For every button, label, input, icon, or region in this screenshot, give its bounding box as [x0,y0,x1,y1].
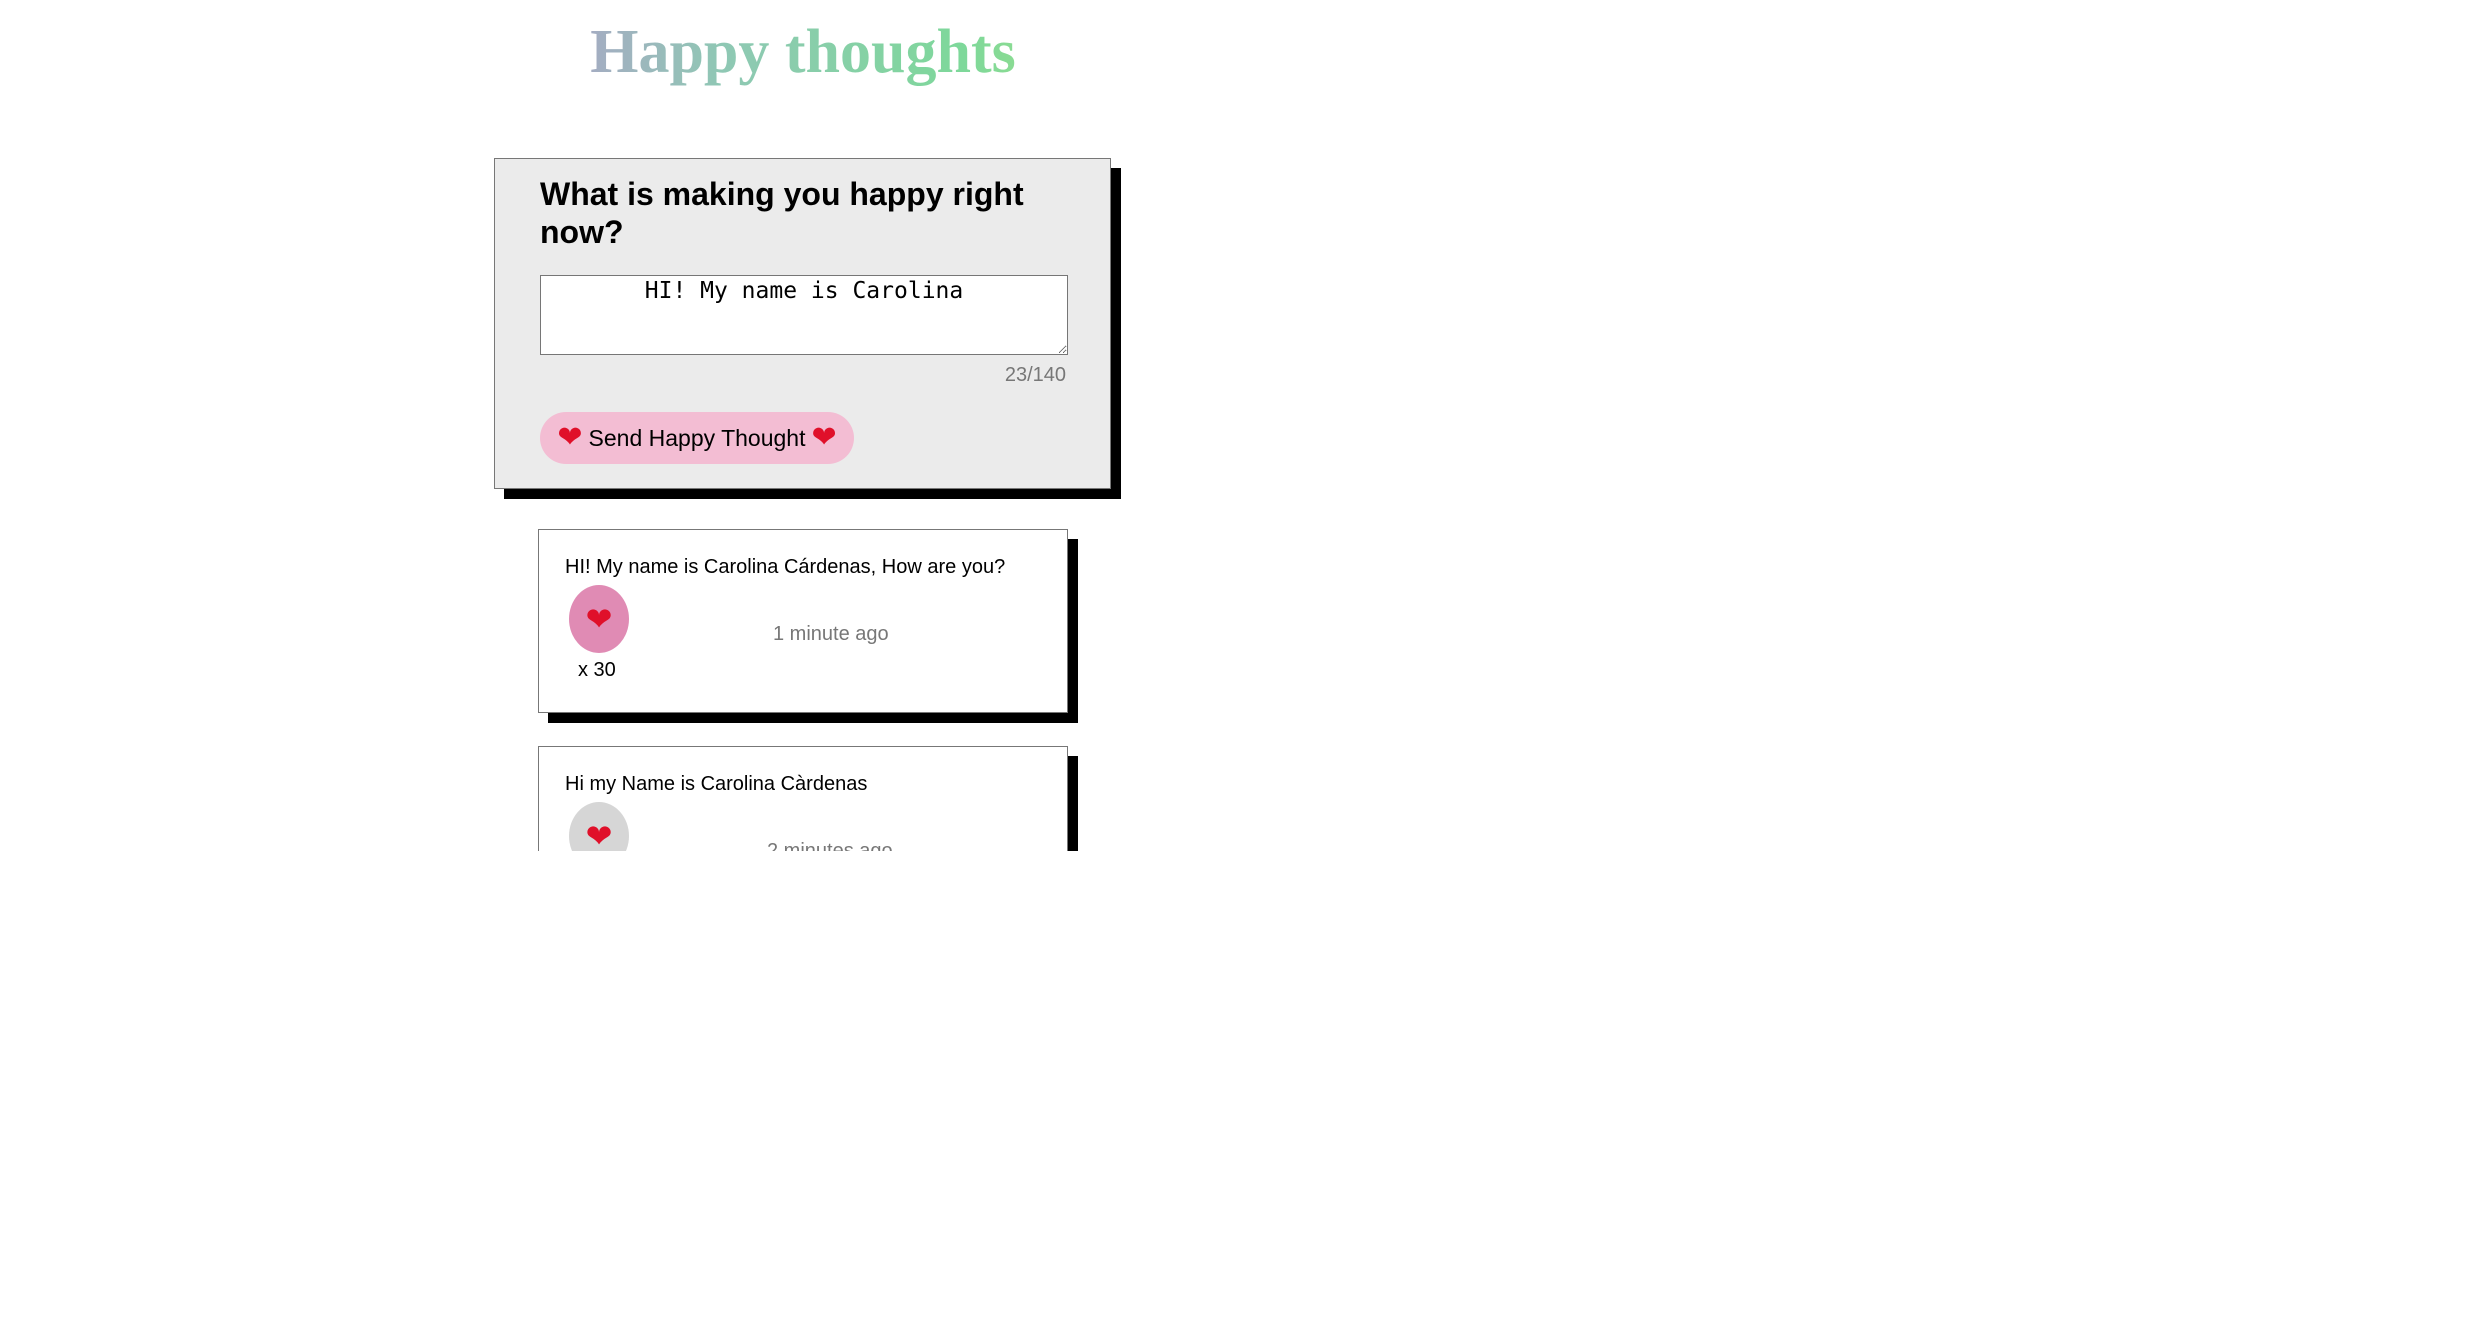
thought-message: Hi my Name is Carolina Càrdenas [565,773,868,795]
thought-card: Hi my Name is Carolina Càrdenas ❤ 2 minu… [538,746,1068,851]
heart-icon: ❤ [585,817,613,851]
app-title-text: Happy thoughts [590,18,1016,86]
char-counter: 23/140 [1004,364,1066,386]
thought-input[interactable]: HI! My name is Carolina [540,275,1068,355]
like-button[interactable]: ❤ [569,585,629,653]
form-heading: What is making you happy right now? [540,176,1024,250]
thought-form: What is making you happy right now? HI! … [494,158,1111,489]
thought-card: HI! My name is Carolina Cárdenas, How ar… [538,529,1068,713]
thought-time: 1 minute ago [773,623,889,645]
send-button-label: Send Happy Thought [588,424,806,451]
app-title: Happy thoughts [0,14,1568,90]
like-count: x 30 [578,659,616,681]
heart-icon: ❤ [557,420,583,455]
thought-message: HI! My name is Carolina Cárdenas, How ar… [565,556,1006,578]
page: Happy thoughts What is making you happy … [0,0,1568,851]
thought-time: 2 minutes ago [767,840,893,851]
send-thought-button[interactable]: ❤ Send Happy Thought ❤ [540,412,854,464]
heart-icon: ❤ [811,420,837,455]
heart-icon: ❤ [585,600,613,638]
like-button[interactable]: ❤ [569,802,629,851]
